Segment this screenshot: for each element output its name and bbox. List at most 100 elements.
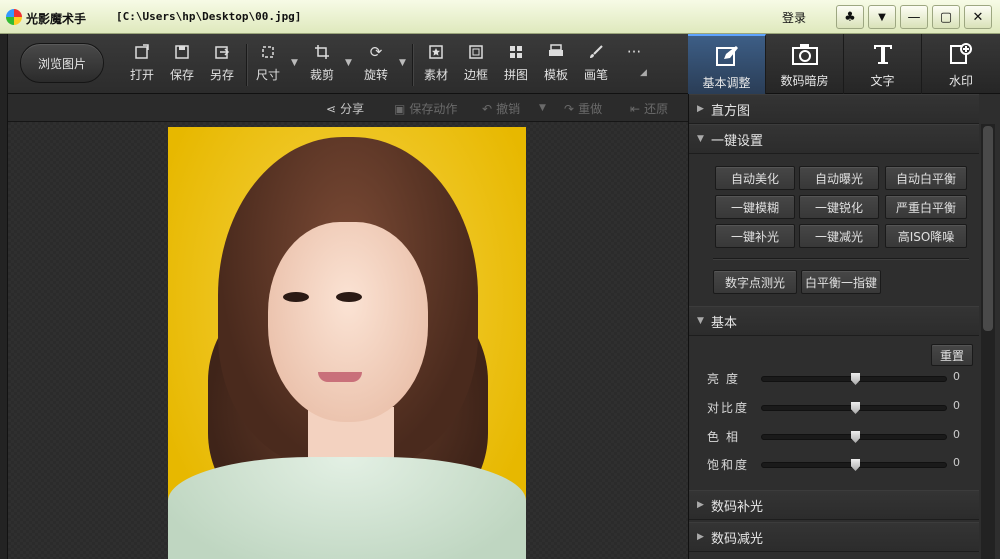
rotate-button[interactable]: ⟳ 旋转 — [356, 42, 396, 88]
one-click-sharpen-button[interactable]: 一键锐化 — [799, 195, 879, 219]
one-click-reduce-light-button[interactable]: 一键减光 — [799, 224, 879, 248]
more-dropdown-icon[interactable]: ◢ — [640, 68, 647, 78]
open-button[interactable]: 打开 — [122, 42, 162, 88]
save-action-button[interactable]: ▣ 保存动作 — [394, 100, 457, 117]
close-button[interactable]: ✕ — [964, 5, 992, 29]
collage-button[interactable]: 拼图 — [496, 42, 536, 88]
image-canvas[interactable] — [8, 122, 688, 559]
watermark-icon — [948, 42, 974, 66]
one-click-blur-button[interactable]: 一键模糊 — [715, 195, 795, 219]
menu-dropdown-button[interactable]: ▼ — [868, 5, 896, 29]
more-icon: ··· — [626, 43, 642, 61]
slider-label-hue: 色相 — [707, 430, 746, 444]
undo-dropdown-icon[interactable]: ▼ — [539, 103, 546, 113]
save-icon — [172, 42, 192, 62]
section-title: 数码补光 — [711, 499, 764, 515]
rotate-icon: ⟳ — [369, 43, 383, 61]
contrast-slider[interactable] — [761, 402, 947, 414]
collage-icon — [506, 42, 526, 62]
brush-button[interactable]: 画笔 — [576, 42, 616, 88]
section-basic[interactable]: ▼ 基本 — [689, 306, 979, 336]
photo-preview[interactable] — [168, 127, 526, 559]
resize-dropdown-icon[interactable]: ▼ — [291, 58, 299, 68]
template-label: 模板 — [543, 68, 568, 82]
open-icon — [132, 42, 152, 62]
brightness-value: 0 — [953, 370, 960, 383]
tab-label: 文字 — [870, 74, 895, 88]
panel-scrollbar[interactable] — [981, 124, 995, 559]
one-click-fill-light-button[interactable]: 一键补光 — [715, 224, 795, 248]
severe-white-balance-button[interactable]: 严重白平衡 — [885, 195, 967, 219]
rotate-dropdown-icon[interactable]: ▼ — [399, 58, 407, 68]
tab-basic-adjust[interactable]: 基本调整 — [688, 34, 766, 94]
auto-exposure-button[interactable]: 自动曝光 — [799, 166, 879, 190]
crop-dropdown-icon[interactable]: ▼ — [345, 58, 353, 68]
expand-arrow-icon: ▶ — [697, 104, 704, 114]
restore-button[interactable]: ⇤ 还原 — [630, 100, 668, 117]
undo-button[interactable]: ↶ 撤销 — [482, 100, 520, 117]
more-tools-button[interactable]: ··· — [614, 42, 654, 88]
app-window: 光影魔术手 [C:\Users\hp\Desktop\00.jpg] 登录 ♣ … — [0, 0, 1000, 559]
resize-icon — [258, 42, 278, 62]
tab-digital-darkroom[interactable]: 数码暗房 — [766, 34, 844, 94]
crop-icon — [312, 42, 332, 62]
edit-icon — [714, 44, 740, 68]
tab-text[interactable]: 文字 — [844, 34, 922, 94]
collage-label: 拼图 — [503, 68, 528, 82]
save-button[interactable]: 保存 — [162, 42, 202, 88]
slider-label-saturation: 饱和度 — [707, 458, 750, 472]
share-button[interactable]: ⋖ 分享 — [326, 100, 364, 117]
auto-beautify-button[interactable]: 自动美化 — [715, 166, 795, 190]
slider-knob[interactable] — [851, 459, 860, 471]
saturation-slider[interactable] — [761, 459, 947, 471]
minimize-button[interactable]: — — [900, 5, 928, 29]
section-one-click[interactable]: ▼ 一键设置 — [689, 124, 979, 154]
login-button[interactable]: 登录 — [760, 6, 876, 119]
scrollbar-thumb[interactable] — [983, 126, 993, 331]
save-as-button[interactable]: 另存 — [202, 42, 242, 88]
slider-knob[interactable] — [851, 373, 860, 385]
browse-images-button[interactable]: 浏览图片 — [20, 43, 104, 83]
spot-metering-button[interactable]: 数字点测光 — [713, 270, 797, 294]
maximize-button[interactable]: ▢ — [932, 5, 960, 29]
resize-label: 尺寸 — [255, 68, 280, 82]
section-histogram[interactable]: ▶ 直方图 — [689, 94, 979, 124]
template-button[interactable]: 模板 — [536, 42, 576, 88]
brush-label: 画笔 — [583, 68, 608, 82]
redo-label: 重做 — [578, 102, 603, 116]
slider-label-brightness: 亮度 — [707, 372, 746, 386]
reset-button[interactable]: 重置 — [931, 344, 973, 366]
tab-label: 数码暗房 — [780, 74, 829, 88]
redo-button[interactable]: ↷ 重做 — [564, 100, 602, 117]
rotate-label: 旋转 — [363, 68, 388, 82]
auto-white-balance-button[interactable]: 自动白平衡 — [885, 166, 967, 190]
photo-mouth — [318, 372, 362, 382]
slider-knob[interactable] — [851, 402, 860, 414]
undo-label: 撤销 — [496, 102, 521, 116]
photo-eye-left — [283, 292, 309, 302]
hue-value: 0 — [953, 428, 960, 441]
hue-slider[interactable] — [761, 431, 947, 443]
white-balance-picker-button[interactable]: 白平衡一指键 — [801, 270, 881, 294]
slider-knob[interactable] — [851, 431, 860, 443]
file-path: [C:\Users\hp\Desktop\00.jpg] — [116, 10, 302, 23]
collapse-arrow-icon: ▼ — [697, 316, 704, 326]
save-action-label: 保存动作 — [409, 102, 458, 116]
brightness-slider[interactable] — [761, 373, 947, 385]
photo-eye-right — [336, 292, 362, 302]
section-digital-reduce-light[interactable]: ▶ 数码减光 — [689, 522, 979, 552]
section-digital-fill-light[interactable]: ▶ 数码补光 — [689, 490, 979, 520]
tab-label: 水印 — [948, 74, 973, 88]
high-iso-denoise-button[interactable]: 高ISO降噪 — [885, 224, 967, 248]
slider-label-contrast: 对比度 — [707, 401, 750, 415]
tab-watermark[interactable]: 水印 — [922, 34, 1000, 94]
restore-icon: ⇤ — [630, 101, 641, 116]
contrast-value: 0 — [953, 399, 960, 412]
material-button[interactable]: 素材 — [416, 42, 456, 88]
open-label: 打开 — [129, 68, 154, 82]
border-button[interactable]: 边框 — [456, 42, 496, 88]
save-as-icon — [212, 42, 232, 62]
skin-button[interactable]: ♣ — [836, 5, 864, 29]
crop-button[interactable]: 裁剪 — [302, 42, 342, 88]
resize-button[interactable]: 尺寸 — [248, 42, 288, 88]
